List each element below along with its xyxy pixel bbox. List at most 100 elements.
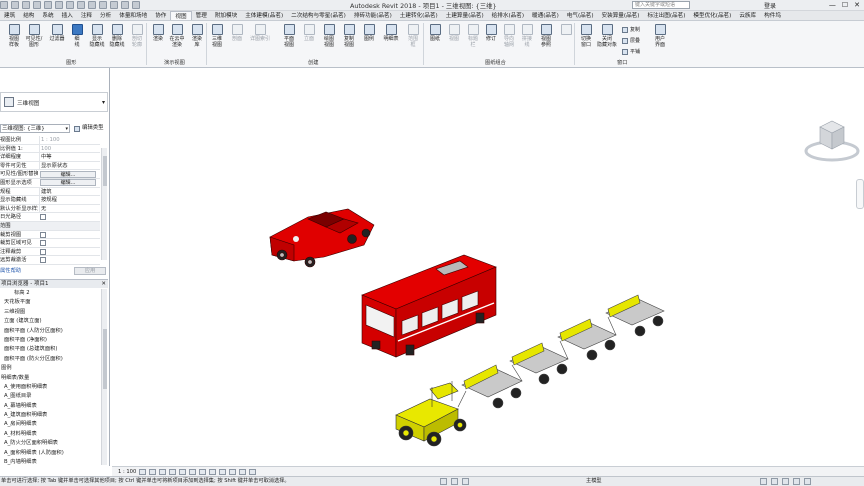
crop-view-icon[interactable]	[189, 468, 197, 475]
cut-profile-button[interactable]: 剖切 轮廓	[127, 24, 147, 48]
tab-7[interactable]: 协作	[151, 11, 170, 20]
tree-item[interactable]: 三维视图	[0, 308, 100, 317]
tab-18[interactable]: 电气(品茗)	[563, 11, 598, 20]
3d-view-canvas[interactable]	[112, 69, 864, 466]
render-gallery-button[interactable]: 渲染库	[187, 24, 207, 48]
callout-button[interactable]: 详图索引	[250, 24, 270, 42]
scope-box-button[interactable]: 范围框	[403, 24, 423, 48]
property-checkbox[interactable]	[40, 231, 46, 238]
tab-9[interactable]: 管理	[192, 11, 211, 20]
3d-view-icon[interactable]	[88, 1, 96, 9]
detail-level-icon[interactable]	[139, 468, 147, 475]
elevation-button[interactable]: 立面	[299, 24, 319, 42]
tree-item[interactable]: A_防火分区面积明细表	[0, 439, 100, 448]
tree-item[interactable]: 面积平面 (总建筑面积)	[0, 345, 100, 354]
redo-icon[interactable]	[44, 1, 52, 9]
select-links-icon[interactable]	[760, 478, 767, 485]
edit-type-button[interactable]: 编辑类型	[74, 124, 104, 133]
editable-only-icon[interactable]	[451, 478, 458, 485]
tab-15[interactable]: 土建算量(品茗)	[442, 11, 488, 20]
switch-windows-icon[interactable]	[132, 1, 140, 9]
save-icon[interactable]	[22, 1, 30, 9]
navigation-bar[interactable]	[856, 179, 864, 209]
sheet-button[interactable]: 图纸	[425, 24, 445, 42]
cascade-button[interactable]: 层叠	[622, 38, 640, 44]
close-icon[interactable]: ✕	[101, 280, 106, 288]
view-cube[interactable]	[802, 117, 862, 167]
revisions-button[interactable]: 修订	[481, 24, 501, 42]
view-instance-select[interactable]: 三维视图: {三维} ▾	[0, 124, 70, 133]
maximize-button[interactable]: ☐	[842, 1, 848, 9]
tractor-model[interactable]	[395, 381, 467, 447]
login-link[interactable]: 登录	[764, 1, 776, 10]
tab-21[interactable]: 模型优化(品茗)	[689, 11, 735, 20]
property-checkbox[interactable]	[40, 240, 46, 247]
tree-item[interactable]: A_建筑面积明细表	[0, 411, 100, 420]
replicate-button[interactable]: 复制	[622, 27, 640, 33]
design-options-icon[interactable]	[462, 478, 469, 485]
property-value[interactable]: 100	[39, 144, 99, 153]
property-value[interactable]: 建筑	[39, 187, 99, 196]
cloud-render-button[interactable]: 在云中 渲染	[167, 24, 187, 48]
tab-14[interactable]: 土建转化(品茗)	[396, 11, 442, 20]
select-underlay-icon[interactable]	[771, 478, 778, 485]
close-button[interactable]: ✕	[854, 1, 860, 9]
minimize-button[interactable]: —	[829, 1, 836, 9]
duplicate-view-button[interactable]: 复制 视图	[339, 24, 359, 48]
tree-item[interactable]: A_图纸目录	[0, 392, 100, 401]
section-icon[interactable]	[99, 1, 107, 9]
section-button[interactable]: 剖面	[227, 24, 247, 42]
tree-item[interactable]: 天花板平面	[0, 298, 100, 307]
tab-16[interactable]: 给排水(品茗)	[488, 11, 528, 20]
analytical-model-icon[interactable]	[239, 468, 247, 475]
title-block-button[interactable]: 标题栏	[463, 24, 483, 48]
schedules-button[interactable]: 明细表	[381, 24, 401, 42]
tree-item[interactable]: 面积平面 (净面积)	[0, 336, 100, 345]
quick-access-toolbar[interactable]	[0, 1, 140, 10]
temporary-hide-icon[interactable]	[219, 468, 227, 475]
thin-lines-icon[interactable]	[110, 1, 118, 9]
tree-item[interactable]: A_幕墙明细表	[0, 402, 100, 411]
filters-button[interactable]: 过滤器	[47, 24, 67, 42]
guide-grid-button[interactable]: 导向 轴网	[499, 24, 519, 48]
property-value[interactable]: 显示原状态	[39, 161, 99, 170]
render-button[interactable]: 渲染	[148, 24, 168, 42]
print-icon[interactable]	[55, 1, 63, 9]
tab-6[interactable]: 体量和场地	[115, 11, 151, 20]
tab-22[interactable]: 云族库	[735, 11, 760, 20]
shadows-icon[interactable]	[169, 468, 177, 475]
open-icon[interactable]	[11, 1, 19, 9]
revit-logo-icon[interactable]	[0, 1, 8, 9]
close-hidden-icon[interactable]	[121, 1, 129, 9]
tree-item[interactable]: A_使用面积明细表	[0, 383, 100, 392]
tree-item[interactable]: 面积平面 (人防分区面积)	[0, 327, 100, 336]
tree-item[interactable]: A_面积明细表 (人防面积)	[0, 449, 100, 458]
worksets-icon[interactable]	[440, 478, 447, 485]
tree-item[interactable]: 明细表/数量	[0, 374, 100, 383]
tree-item[interactable]: A_材料明细表	[0, 430, 100, 439]
chevron-down-icon[interactable]: ▾	[102, 99, 105, 106]
render-dialog-icon[interactable]	[179, 468, 187, 475]
active-model-select[interactable]: 主模型	[586, 477, 602, 486]
close-hidden-objects-button[interactable]: 关闭 隐藏对象	[597, 24, 617, 48]
3d-view-button[interactable]: 三维 视图	[207, 24, 227, 48]
filter-icon[interactable]	[804, 478, 811, 485]
property-value[interactable]: 中等	[39, 153, 99, 162]
tree-item[interactable]: 标高 2	[0, 289, 100, 298]
tab-17[interactable]: 暖通(品茗)	[528, 11, 563, 20]
reveal-hidden-icon[interactable]	[229, 468, 237, 475]
project-browser-scrollbar[interactable]	[101, 289, 107, 465]
place-view-button[interactable]: 视图	[444, 24, 464, 42]
tab-2[interactable]: 系统	[38, 11, 57, 20]
crop-region-icon[interactable]	[199, 468, 207, 475]
tab-4[interactable]: 注释	[77, 11, 96, 20]
apply-button[interactable]: 应用	[74, 267, 106, 275]
tab-0[interactable]: 建筑	[0, 11, 19, 20]
remove-hidden-lines-button[interactable]: 删除 隐藏线	[107, 24, 127, 48]
plan-views-button[interactable]: 平面 视图	[279, 24, 299, 48]
property-checkbox[interactable]	[40, 214, 46, 221]
tab-12[interactable]: 二次结构与零星(品茗)	[287, 11, 350, 20]
tab-1[interactable]: 结构	[19, 11, 38, 20]
properties-help-link[interactable]: 属性帮助	[0, 266, 21, 276]
view-reference-button[interactable]: 视图 参照	[536, 24, 556, 48]
